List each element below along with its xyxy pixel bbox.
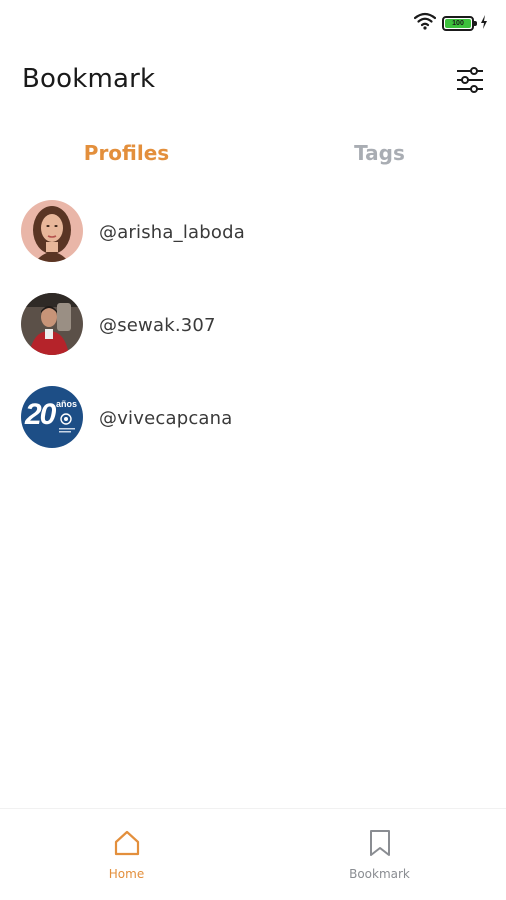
avatar-logo-text: años: [56, 399, 78, 409]
charging-icon: [480, 14, 488, 33]
header: Bookmark: [0, 58, 506, 108]
list-item[interactable]: 20 años @vivecapcana: [0, 386, 506, 479]
sliders-icon: [456, 67, 484, 97]
tab-tags[interactable]: Tags: [253, 135, 506, 175]
status-bar: 100: [0, 0, 506, 44]
profile-handle: @sewak.307: [99, 315, 216, 336]
avatar: [21, 200, 83, 262]
profile-list: @arisha_laboda @sewak.307 20 años @vivec…: [0, 200, 506, 479]
profile-handle: @vivecapcana: [99, 408, 233, 429]
nav-bookmark-label: Bookmark: [349, 867, 410, 881]
battery-level: 100: [445, 18, 471, 28]
tab-profiles[interactable]: Profiles: [0, 135, 253, 175]
profile-handle: @arisha_laboda: [99, 222, 245, 243]
bookmark-icon: [364, 827, 396, 859]
page-title: Bookmark: [22, 64, 156, 94]
avatar: 20 años: [21, 386, 83, 448]
wifi-icon: [413, 12, 437, 34]
home-icon: [111, 827, 143, 859]
filter-button[interactable]: [454, 66, 486, 98]
status-icons: 100: [413, 12, 488, 34]
tab-bar: Profiles Tags: [0, 135, 506, 175]
bottom-nav: Home Bookmark: [0, 808, 506, 900]
list-item[interactable]: @arisha_laboda: [0, 200, 506, 293]
battery-icon: 100: [442, 15, 477, 31]
avatar: [21, 293, 83, 355]
nav-home[interactable]: Home: [0, 809, 253, 900]
avatar-logo-number: 20: [25, 398, 56, 431]
nav-bookmark[interactable]: Bookmark: [253, 809, 506, 900]
list-item[interactable]: @sewak.307: [0, 293, 506, 386]
nav-home-label: Home: [108, 867, 145, 881]
